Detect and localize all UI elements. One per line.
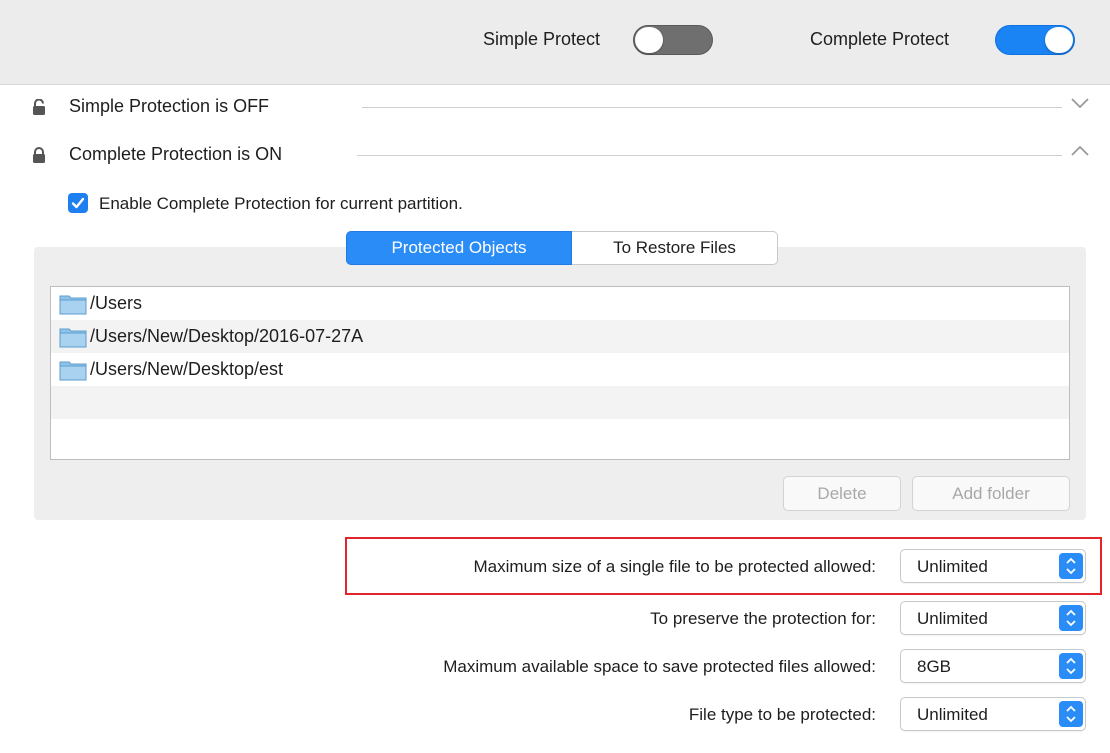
stepper-icon (1059, 701, 1083, 727)
max-file-size-label: Maximum size of a single file to be prot… (473, 557, 876, 576)
enable-protection-checkbox[interactable] (68, 193, 88, 213)
locked-icon (33, 147, 45, 163)
max-space-select[interactable]: 8GB (900, 649, 1086, 683)
tab-to-restore-files[interactable]: To Restore Files (572, 231, 778, 265)
stepper-icon (1059, 553, 1083, 579)
folder-path: /Users (90, 293, 143, 313)
preserve-protection-label: To preserve the protection for: (650, 609, 876, 628)
unlocked-icon (33, 99, 45, 115)
chevron-up-icon[interactable] (1070, 144, 1090, 158)
select-value: Unlimited (917, 609, 988, 628)
section-simple-protection[interactable]: Simple Protection is OFF (32, 93, 1102, 123)
stepper-icon (1059, 653, 1083, 679)
list-item[interactable]: /Users (51, 287, 1069, 320)
max-space-label: Maximum available space to save protecte… (443, 657, 876, 676)
divider (362, 107, 1062, 108)
file-type-select[interactable]: Unlimited (900, 697, 1086, 731)
list-item[interactable]: /Users/New/Desktop/2016-07-27A (51, 320, 1069, 353)
delete-button[interactable]: Delete (783, 476, 901, 511)
list-item[interactable]: /Users/New/Desktop/est (51, 353, 1069, 386)
select-value: 8GB (917, 657, 952, 676)
simple-protect-toggle[interactable] (633, 25, 713, 55)
select-value: Unlimited (917, 557, 988, 576)
file-type-label: File type to be protected: (688, 705, 876, 724)
section-complete-protection[interactable]: Complete Protection is ON (32, 141, 1102, 171)
section-title: Simple Protection is OFF (69, 96, 270, 116)
complete-protect-label: Complete Protect (810, 29, 950, 49)
protected-objects-list: /Users /Users/New/Desktop/2016-07-27A /U… (50, 286, 1070, 460)
checkmark-icon (71, 197, 85, 209)
folder-icon (59, 328, 87, 348)
folder-icon (59, 361, 87, 381)
section-title: Complete Protection is ON (69, 144, 283, 164)
toggle-knob (635, 27, 663, 53)
toolbar: Simple Protect Complete Protect (0, 0, 1110, 85)
folder-path: /Users/New/Desktop/2016-07-27A (90, 326, 364, 346)
simple-protect-label: Simple Protect (483, 29, 601, 49)
stepper-icon (1059, 605, 1083, 631)
enable-protection-label: Enable Complete Protection for current p… (99, 194, 463, 213)
divider (357, 155, 1062, 156)
complete-protect-toggle[interactable] (995, 25, 1075, 55)
folder-path: /Users/New/Desktop/est (90, 359, 284, 379)
preserve-protection-select[interactable]: Unlimited (900, 601, 1086, 635)
select-value: Unlimited (917, 705, 988, 724)
folder-icon (59, 295, 87, 315)
empty-row (51, 419, 1069, 452)
chevron-down-icon[interactable] (1070, 96, 1090, 110)
add-folder-button[interactable]: Add folder (912, 476, 1070, 511)
toggle-knob (1045, 27, 1073, 53)
empty-row (51, 386, 1069, 419)
max-file-size-select[interactable]: Unlimited (900, 549, 1086, 583)
tab-protected-objects[interactable]: Protected Objects (346, 231, 572, 265)
